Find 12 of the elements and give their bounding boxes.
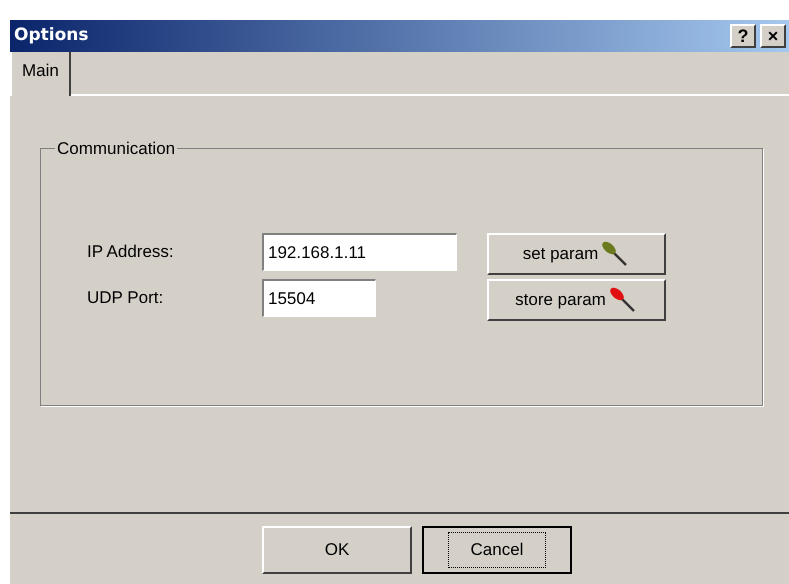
text-field[interactable]: 15504	[262, 279, 376, 317]
help-button[interactable]: ?	[730, 24, 756, 48]
text-field[interactable]: 192.168.1.11	[262, 233, 457, 271]
dialog-button[interactable]: OK	[262, 526, 412, 574]
field-label: UDP Port:	[87, 287, 164, 310]
field-label: IP Address:	[87, 241, 175, 264]
param-button[interactable]: set param	[487, 233, 666, 275]
param-button[interactable]: store param	[487, 279, 666, 321]
tab[interactable]: Main	[10, 52, 71, 96]
close-button[interactable]: ×	[760, 24, 786, 48]
dialog-button[interactable]: Cancel	[422, 526, 572, 574]
window-title: Options	[14, 24, 88, 48]
